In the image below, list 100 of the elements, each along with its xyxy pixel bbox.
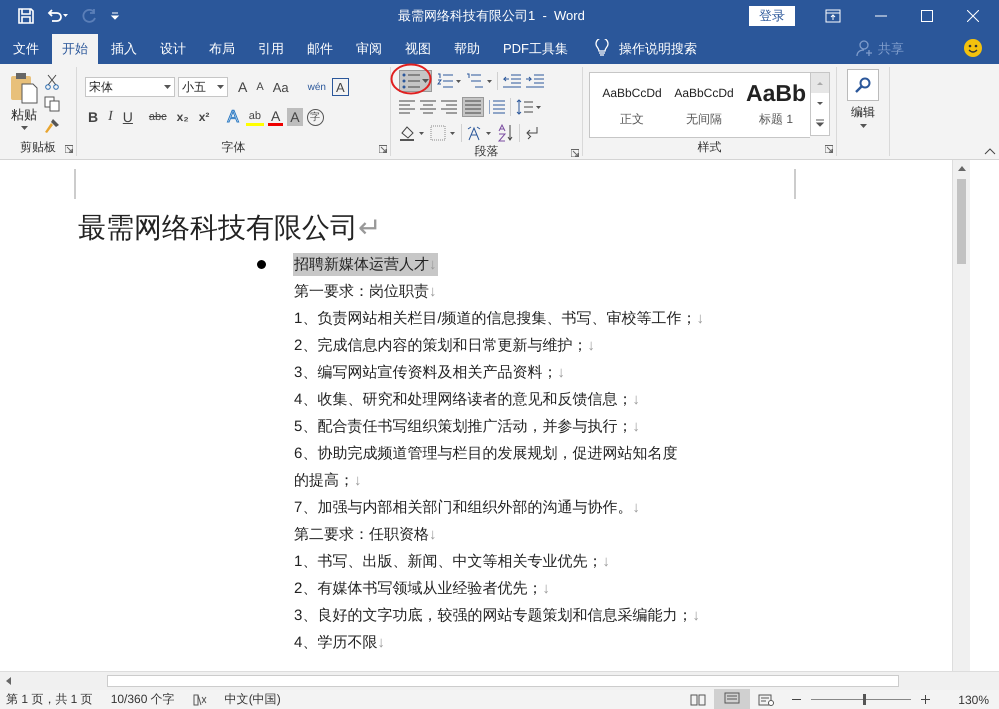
font-tool-button[interactable]: A [268,108,284,126]
horizontal-scrollbar[interactable] [0,671,999,690]
zoom-in-icon[interactable] [921,695,930,704]
read-mode-icon[interactable] [690,694,706,706]
redo-icon [82,8,98,24]
document-line: 3、良好的文字功底，较强的网站专题策划和信息采编能力；↓ [293,606,701,626]
font-tool-button[interactable]: 字 [306,108,324,126]
document-line: 2、有媒体书写领域从业经验者优先；↓ [293,579,551,599]
group-label: 样式 [698,138,722,156]
ribbon-display-icon[interactable] [825,9,841,23]
copy-icon[interactable] [44,96,60,112]
dialog-launcher-icon[interactable] [571,149,579,157]
find-button[interactable] [847,69,879,101]
font-tool-button[interactable]: abc [146,106,170,128]
increase-indent-icon[interactable] [526,74,544,88]
ribbon-tab[interactable]: 引用 [248,34,294,64]
annotation-circle [390,63,432,95]
ribbon-tab[interactable]: 布局 [199,34,245,64]
borders-icon[interactable] [430,125,456,141]
smiley-icon[interactable] [964,39,982,57]
style-item[interactable]: AaBbCcDd 正文 [596,73,668,137]
justify-button[interactable] [462,97,484,117]
customize-toolbar-icon[interactable] [110,11,120,21]
align-right-icon[interactable] [441,100,457,114]
document-line: 6、协助完成频道管理与栏目的发展规划，促进网站知名度 [293,444,678,464]
proofing-icon[interactable] [192,694,207,706]
group-label: 字体 [222,138,246,156]
tell-me-search[interactable]: 操作说明搜索 [619,34,697,64]
ribbon-tab[interactable]: 开始 [52,34,98,64]
login-button[interactable]: 登录 [749,6,795,26]
minimize-icon[interactable] [875,15,887,17]
align-left-icon[interactable] [399,100,415,114]
font-tool-button[interactable]: A [287,108,303,126]
dialog-launcher-icon[interactable] [825,145,833,153]
line-spacing-icon[interactable] [516,99,542,115]
editing-button[interactable]: 编辑 [851,104,875,121]
bullets-button[interactable] [399,70,432,92]
lightbulb-icon [595,39,609,57]
vertical-scrollbar[interactable] [952,160,970,671]
ribbon-tab[interactable]: 插入 [101,34,147,64]
word-count: 10/360 个字 [110,691,175,708]
paste-button[interactable]: 粘贴 [10,72,38,138]
font-tool-button[interactable]: x₂ [174,106,192,128]
style-item[interactable]: AaBb 标题 1 [740,73,810,137]
multilevel-list-icon[interactable] [466,73,492,89]
font-tool-button[interactable]: B [85,106,102,128]
font-tool-button[interactable]: A [332,78,349,96]
document-line: 2、完成信息内容的策划和日常更新与维护；↓ [293,336,596,356]
scroll-up-icon[interactable] [958,166,966,171]
ribbon-tab[interactable]: 视图 [395,34,441,64]
web-layout-icon[interactable] [758,694,774,706]
font-tool-button[interactable]: A [253,76,267,98]
print-layout-button[interactable] [714,689,750,709]
caret-icon [422,79,429,83]
numbered-list-icon[interactable] [437,73,461,89]
ribbon-tab[interactable]: 帮助 [444,34,490,64]
style-item[interactable]: AaBbCcDd 无间隔 [668,73,740,137]
ribbon-tab[interactable]: 设计 [150,34,196,64]
decrease-indent-icon[interactable] [503,74,521,88]
maximize-icon[interactable] [921,10,933,22]
document-line: 第二要求：任职资格↓ [293,525,438,545]
shading-icon[interactable] [399,125,425,141]
caret-icon [20,126,28,130]
page-layout-icon [724,692,740,704]
scroll-left-icon[interactable] [6,677,11,685]
font-tool-button[interactable]: ab [246,108,264,126]
ribbon-tab[interactable]: 文件 [3,34,49,64]
ribbon-tab[interactable]: 审阅 [346,34,392,64]
page-count: 第 1 页，共 1 页 [6,691,93,708]
zoom-level[interactable]: 130% [958,692,989,706]
save-icon[interactable] [18,8,34,24]
font-tool-button[interactable]: wén [304,76,329,98]
font-name-field[interactable]: 宋体 [85,77,175,97]
paragraph-marks-icon[interactable] [525,126,539,140]
font-size-field[interactable]: 小五 [178,77,228,97]
distribute-icon[interactable] [489,100,505,114]
font-tool-button[interactable]: x² [196,106,212,128]
document-line: 1、负责网站相关栏目/频道的信息搜集、书写、审校等工作；↓ [293,309,706,329]
align-center-icon[interactable] [420,100,436,114]
dialog-launcher-icon[interactable] [379,145,387,153]
sort-icon[interactable] [498,124,514,142]
undo-icon[interactable] [46,8,70,24]
scissors-icon[interactable] [44,74,60,90]
ribbon-tab[interactable]: 邮件 [297,34,343,64]
font-tool-button[interactable]: U [120,106,136,128]
language-indicator[interactable]: 中文(中国) [224,691,281,708]
font-tool-button[interactable]: I [105,106,116,128]
document-line: 3、编写网站宣传资料及相关产品资料；↓ [293,363,566,383]
chinese-layout-icon[interactable] [467,125,493,141]
font-tool-button[interactable]: A [235,76,250,98]
zoom-slider-thumb[interactable] [863,694,866,705]
search-icon [855,77,871,93]
font-tool-button[interactable]: Aa [270,76,292,98]
document-line: 第一要求：岗位职责↓ [293,282,438,302]
ribbon-tab[interactable]: PDF工具集 [493,34,578,64]
justify-icon [465,100,481,114]
scrollbar-thumb[interactable] [957,179,966,264]
collapse-ribbon-icon[interactable] [984,148,996,155]
dialog-launcher-icon[interactable] [65,145,73,153]
close-icon[interactable] [967,10,979,22]
